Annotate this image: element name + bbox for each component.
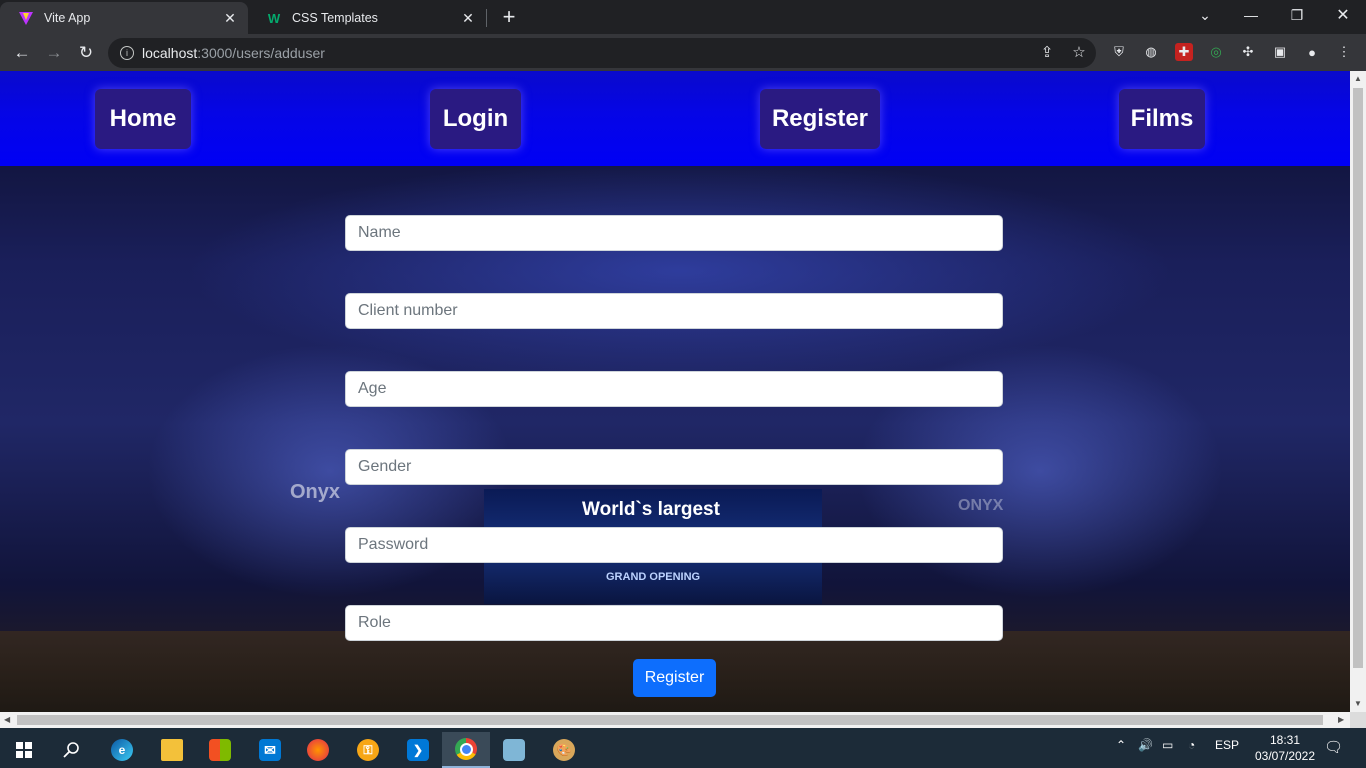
close-tab-icon[interactable]: ✕ (460, 10, 476, 26)
clock[interactable]: 18:31 03/07/2022 (1250, 732, 1320, 764)
profile-icon[interactable]: ● (1303, 43, 1321, 61)
onyx-logo-right: ONYX (958, 497, 1004, 514)
scroll-down-arrow-icon[interactable]: ▼ (1354, 699, 1362, 708)
password-input[interactable] (345, 527, 1003, 563)
role-input[interactable] (345, 605, 1003, 641)
share-icon[interactable]: ⇪ (1038, 44, 1056, 62)
screen-subtitle-text: GRAND OPENING (606, 571, 701, 583)
notifications-icon[interactable]: 🗨 (1324, 738, 1343, 756)
tab-title: Vite App (44, 11, 91, 25)
onyx-logo-left: Onyx (290, 481, 341, 503)
minimize-icon[interactable]: — (1228, 0, 1274, 30)
clock-date: 03/07/2022 (1254, 749, 1316, 763)
name-input[interactable] (345, 215, 1003, 251)
microsoft-store-icon[interactable] (196, 732, 244, 768)
reload-icon[interactable]: ↻ (72, 39, 100, 67)
search-icon[interactable] (48, 732, 96, 768)
screen-title-text: World`s largest (582, 499, 720, 520)
volume-icon[interactable]: 🔊 (1138, 738, 1153, 752)
extensions-puzzle-icon[interactable]: ✣ (1239, 43, 1257, 61)
tab-title: CSS Templates (292, 11, 378, 25)
navbar: Home Login Register Films (0, 71, 1350, 166)
nav-films-link[interactable]: Films (1119, 89, 1205, 149)
vertical-scrollbar[interactable]: ▲ ▼ (1350, 71, 1366, 712)
close-tab-icon[interactable]: ✕ (222, 10, 238, 26)
mail-icon[interactable]: ✉ (246, 732, 294, 768)
vertical-scroll-thumb[interactable] (1353, 88, 1363, 668)
client-number-input[interactable] (345, 293, 1003, 329)
battery-icon[interactable]: ▭ (1162, 738, 1173, 752)
page-viewport: World`s largest GRAND OPENING Onyx ONYX … (0, 71, 1350, 712)
address-bar[interactable]: i localhost:3000/users/adduser ⇪ ☆ (108, 38, 1096, 68)
tab-search-icon[interactable]: ⌄ (1182, 0, 1228, 30)
nav-home-link[interactable]: Home (95, 89, 191, 149)
horizontal-scrollbar[interactable]: ◀ ▶ (0, 712, 1350, 728)
file-explorer-icon[interactable] (148, 732, 196, 768)
site-info-icon[interactable]: i (120, 46, 134, 60)
horizontal-scroll-thumb[interactable] (17, 715, 1323, 725)
age-input[interactable] (345, 371, 1003, 407)
register-submit-button[interactable]: Register (633, 659, 716, 697)
w3schools-icon: W (267, 10, 281, 26)
edge-icon[interactable]: e (98, 732, 146, 768)
tab-vite-app[interactable]: Vite App ✕ (0, 2, 248, 34)
browser-toolbar: ← → ↻ i localhost:3000/users/adduser ⇪ ☆… (0, 34, 1366, 71)
forward-icon[interactable]: → (40, 39, 68, 67)
tab-separator (486, 9, 487, 27)
green-extension-icon[interactable]: ◎ (1207, 43, 1225, 61)
windows-taskbar: e ✉ ⚿ ❯ 🎨 ⌃ 🔊 ▭ ◔ ESP 18:31 03/07/2022 🗨 (0, 728, 1366, 768)
firefox-icon[interactable] (294, 732, 342, 768)
nav-login-link[interactable]: Login (430, 89, 521, 149)
restore-icon[interactable]: ❐ (1274, 0, 1320, 30)
clock-time: 18:31 (1269, 733, 1301, 747)
address-url[interactable]: localhost:3000/users/adduser (142, 45, 325, 61)
notes-app-icon[interactable] (490, 732, 538, 768)
scrollbar-corner (1350, 712, 1366, 728)
globe-extension-icon[interactable]: ◍ (1142, 43, 1160, 61)
show-hidden-icons-icon[interactable]: ⌃ (1116, 738, 1126, 752)
vpn-lock-icon[interactable]: ⚿ (344, 732, 392, 768)
wifi-icon[interactable]: ◔ (1188, 738, 1195, 752)
vscode-icon[interactable]: ❯ (394, 732, 442, 768)
red-extension-icon[interactable]: ✚ (1175, 43, 1193, 61)
browser-tab-strip: Vite App ✕ W CSS Templates ✕ + ⌄ — ❐ ✕ (0, 0, 1366, 34)
scroll-right-arrow-icon[interactable]: ▶ (1338, 715, 1344, 724)
language-indicator[interactable]: ESP (1215, 738, 1239, 752)
windows-start-icon[interactable] (0, 732, 48, 768)
menu-kebab-icon[interactable]: ⋮ (1335, 43, 1353, 61)
back-icon[interactable]: ← (8, 39, 36, 67)
side-panel-icon[interactable]: ▣ (1271, 43, 1289, 61)
gender-input[interactable] (345, 449, 1003, 485)
paint-icon[interactable]: 🎨 (540, 732, 588, 768)
scroll-left-arrow-icon[interactable]: ◀ (4, 715, 10, 724)
scroll-up-arrow-icon[interactable]: ▲ (1354, 74, 1362, 83)
tab-css-templates[interactable]: W CSS Templates ✕ (248, 2, 486, 34)
chrome-icon[interactable] (442, 732, 490, 768)
shield-extension-icon[interactable]: ⛨ (1110, 43, 1128, 61)
bookmark-star-icon[interactable]: ☆ (1070, 44, 1088, 62)
vite-icon (18, 10, 34, 26)
close-window-icon[interactable]: ✕ (1320, 0, 1366, 30)
new-tab-icon[interactable]: + (499, 6, 519, 28)
nav-register-link[interactable]: Register (760, 89, 880, 149)
